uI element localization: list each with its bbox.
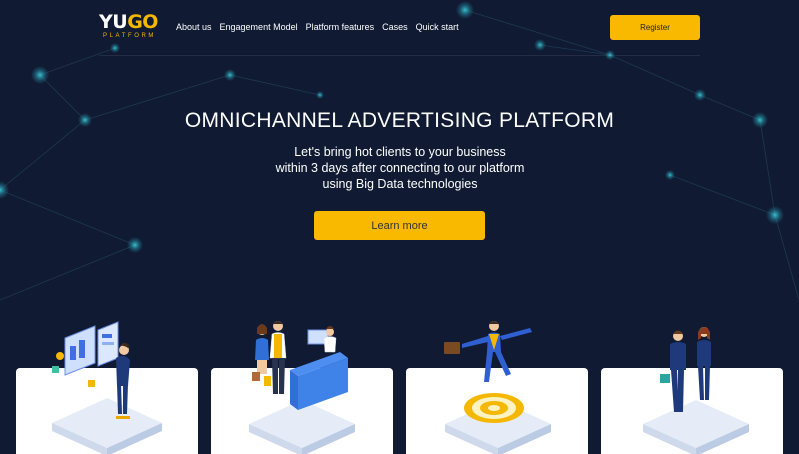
hero-subtitle-line: using Big Data technologies bbox=[322, 177, 478, 191]
businessman-figure-icon bbox=[660, 330, 686, 412]
businesswoman-figure-icon bbox=[697, 327, 711, 400]
hero-subtitle-line: within 3 days after connecting to our pl… bbox=[275, 161, 525, 175]
nav-item-about[interactable]: About us bbox=[176, 21, 212, 33]
hero-subtitle: Let's bring hot clients to your business… bbox=[220, 144, 580, 192]
dashboard-panel-icon bbox=[52, 321, 119, 387]
isometric-platform-icon bbox=[643, 400, 749, 454]
nav-item-quick-start[interactable]: Quick start bbox=[416, 21, 459, 33]
nav-item-platform-features[interactable]: Platform features bbox=[306, 21, 375, 33]
main-nav: About us Engagement Model Platform featu… bbox=[176, 21, 459, 33]
logo-text-yu: YU bbox=[99, 11, 128, 33]
target-icon bbox=[464, 393, 524, 423]
header-divider bbox=[99, 55, 700, 56]
target-success-illustration bbox=[444, 321, 551, 454]
customer-couple-icon bbox=[252, 321, 287, 394]
register-button[interactable]: Register bbox=[610, 15, 700, 40]
customer-service-illustration bbox=[249, 321, 355, 454]
hero-title: OMNICHANNEL ADVERTISING PLATFORM bbox=[184, 109, 615, 132]
business-partners-illustration bbox=[643, 327, 749, 454]
nav-item-cases[interactable]: Cases bbox=[382, 21, 408, 33]
brand-logo[interactable]: YUGO PLATFORM bbox=[99, 12, 161, 42]
jumping-man-figure-icon bbox=[444, 321, 532, 382]
learn-more-button[interactable]: Learn more bbox=[314, 211, 485, 240]
site-header: YUGO PLATFORM About us Engagement Model … bbox=[0, 0, 799, 56]
isometric-platform-icon bbox=[52, 398, 162, 454]
hero-subtitle-line: Let's bring hot clients to your business bbox=[294, 145, 506, 159]
analytics-dashboard-illustration bbox=[52, 321, 162, 454]
logo-subtitle: PLATFORM bbox=[103, 33, 157, 39]
logo-text-go: GO bbox=[127, 11, 158, 33]
reception-desk-icon bbox=[290, 329, 348, 410]
nav-item-engagement-model[interactable]: Engagement Model bbox=[220, 21, 298, 33]
